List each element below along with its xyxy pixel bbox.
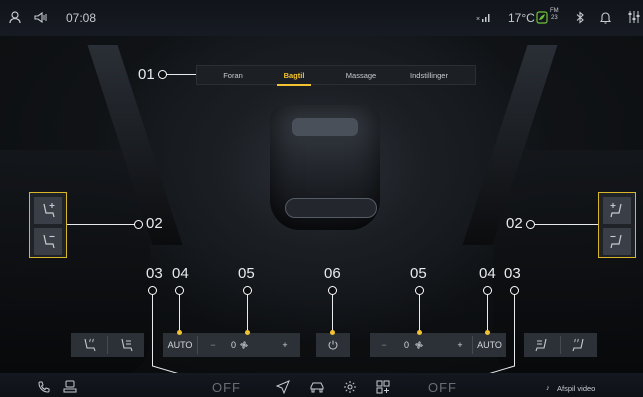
left-auto-button[interactable]: AUTO: [163, 333, 197, 357]
car-link-icon[interactable]: [63, 380, 77, 393]
callout-05-right-endpoint: [417, 330, 422, 335]
apps-icon[interactable]: [376, 380, 390, 394]
seat-heat-icon: [84, 338, 96, 352]
right-climate-panel: − 0 + AUTO: [370, 333, 506, 357]
left-seat-heat-button[interactable]: [71, 333, 107, 357]
rear-climate-power-button[interactable]: [316, 333, 350, 357]
callout-05-left-endpoint: [245, 330, 250, 335]
left-seat-comfort-panel: [71, 333, 144, 357]
car-icon[interactable]: [309, 381, 325, 393]
seat-ventilation-icon: [121, 338, 133, 352]
right-fan-level: 0: [403, 340, 409, 350]
fan-icon: [240, 341, 248, 349]
play-video-button[interactable]: Afspil video: [557, 384, 595, 393]
power-icon: [328, 340, 338, 350]
right-seat-comfort-panel: [524, 333, 597, 357]
right-fan-minus-button[interactable]: −: [370, 333, 398, 357]
right-seat-heat-button[interactable]: [561, 333, 597, 357]
callout-04-left-endpoint: [177, 330, 182, 335]
right-temperature-off[interactable]: OFF: [428, 380, 457, 395]
left-climate-panel: AUTO − 0 +: [163, 333, 300, 357]
phone-icon[interactable]: [38, 381, 50, 393]
rear-climate-screen: 07:08 × 17°C FM 23 01 Foran Bagtil Massa…: [0, 0, 643, 397]
left-fan-plus-button[interactable]: +: [271, 333, 299, 357]
seat-ventilation-icon: [535, 338, 547, 352]
music-note-icon: ♪: [546, 383, 550, 392]
right-fan-plus-button[interactable]: +: [446, 333, 474, 357]
seat-heat-icon: [572, 338, 584, 352]
left-seat-vent-button[interactable]: [108, 333, 144, 357]
left-fan-minus-button[interactable]: −: [199, 333, 227, 357]
gear-icon[interactable]: [343, 380, 357, 394]
divider: [197, 336, 198, 354]
right-auto-button[interactable]: AUTO: [473, 333, 506, 357]
callout-06-endpoint: [330, 330, 335, 335]
left-temperature-off[interactable]: OFF: [212, 380, 241, 395]
fan-icon: [415, 341, 423, 349]
navigation-icon[interactable]: [276, 380, 290, 394]
left-fan-level: 0: [230, 340, 236, 350]
callout-04-right-endpoint: [485, 330, 490, 335]
right-seat-vent-button[interactable]: [524, 333, 560, 357]
